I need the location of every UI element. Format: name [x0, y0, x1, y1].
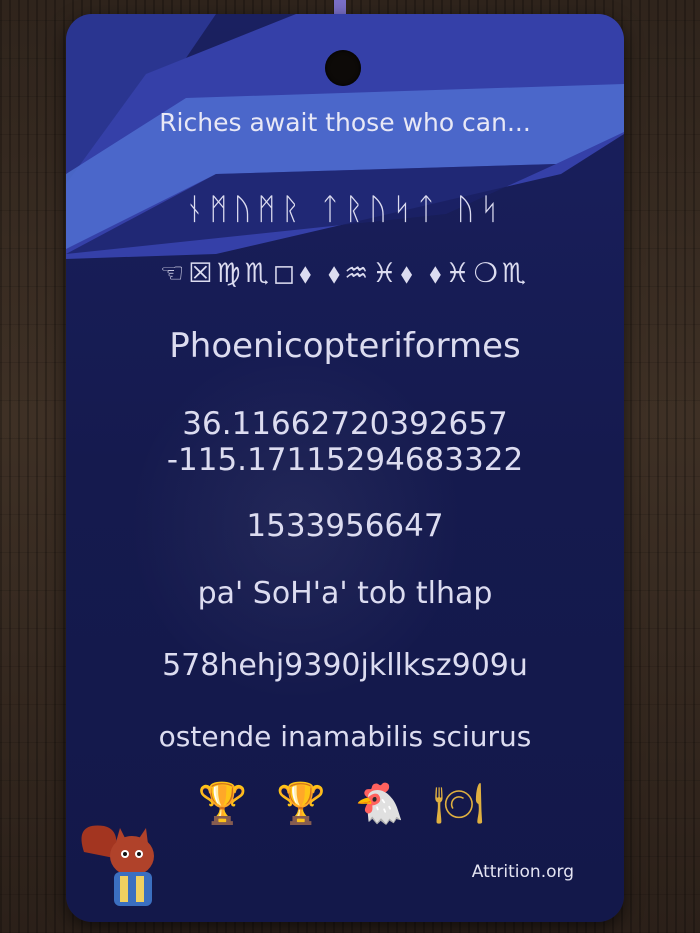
trophy-icon: 🏆	[197, 781, 256, 827]
trophy-icon: 🏆	[276, 781, 335, 827]
longitude-text: -115.17115294683322	[166, 442, 524, 478]
code-string-text: 578hehj9390jkllksz909u	[162, 648, 528, 683]
id-card: Riches await those who can... ᚾᛗᚢᛗᚱ ᛏᚱᚢᛋ…	[66, 14, 624, 922]
rune-cipher-text: ᚾᛗᚢᛗᚱ ᛏᚱᚢᛋᛏ ᚢᛋ	[185, 192, 505, 227]
squirrel-mascot-logo	[81, 825, 154, 906]
klingon-text: pa' SoH'a' tob tlhap	[197, 576, 493, 611]
latitude-text: 36.11662720392657	[182, 406, 508, 442]
footer-site-text: Attrition.org	[471, 862, 574, 882]
latin-phrase-text: ostende inamabilis sciurus	[158, 720, 532, 753]
teaser-text: Riches await those who can...	[159, 108, 531, 137]
epoch-text: 1533956647	[246, 508, 444, 544]
lanyard-hole	[325, 50, 361, 86]
chicken-icon: 🐔	[354, 781, 413, 827]
plate-cutlery-icon: 🍽	[433, 781, 493, 827]
order-name-text: Phoenicopteriformes	[169, 326, 521, 366]
wingdings-cipher-text: ☜☒♍♏◻⬧ ⬧♒♓⬧ ⬧♓❍♏	[159, 258, 531, 289]
